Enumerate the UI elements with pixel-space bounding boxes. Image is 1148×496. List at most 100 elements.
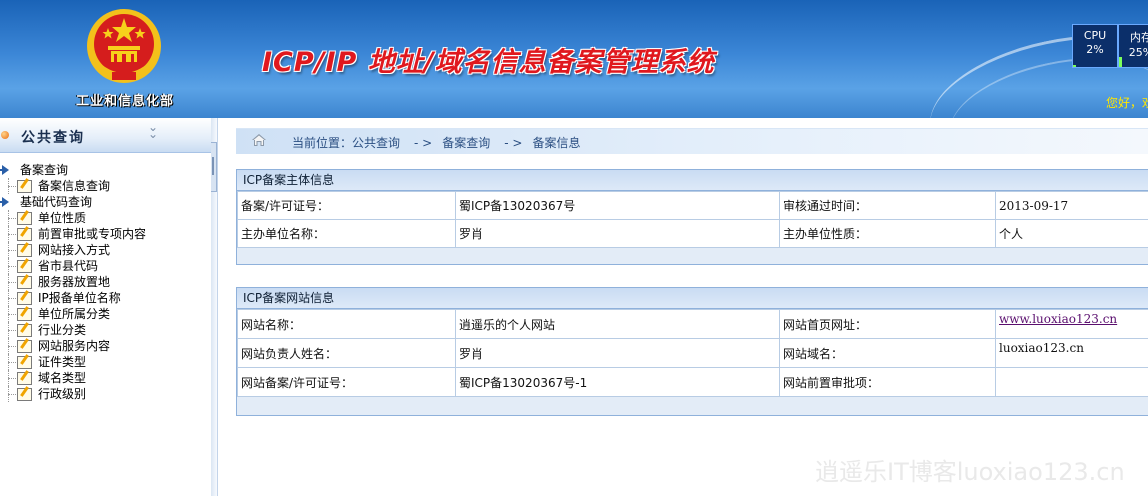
edit-document-icon (17, 276, 32, 289)
app-header: 工业和信息化部 ICP/IP 地址/域名信息备案管理系统 CPU 2% 内存 2… (0, 0, 1148, 118)
national-emblem-icon (87, 9, 161, 83)
tree-item-label: 单位所属分类 (38, 307, 111, 321)
tree-item-label: 证件类型 (38, 355, 87, 369)
cpu-meter: CPU 2% (1072, 24, 1118, 68)
expand-arrow-icon[interactable] (0, 197, 9, 207)
breadcrumb-item[interactable]: 备案查询 (442, 136, 490, 150)
homepage-url-link[interactable]: www.luoxiao123.cn (999, 312, 1117, 326)
tree-leaf-item[interactable]: 单位性质 (0, 210, 211, 226)
panel-title: ICP备案主体信息 (237, 170, 1148, 191)
ministry-name: 工业和信息化部 (75, 94, 174, 109)
organizer-type-label: 主办单位性质： (779, 219, 996, 248)
tree-connector (8, 282, 16, 283)
sidebar: 公共查询 ⌄ ⌄ 备案查询备案信息查询 基础代码查询 单位性质 前置审批或专项内容 网站接… (0, 118, 212, 496)
tree-leaf-item[interactable]: 省市县代码 (0, 258, 211, 274)
domain-label: 网站域名： (779, 338, 996, 368)
tree-leaf-item[interactable]: 服务器放置地 (0, 274, 211, 290)
table-row: 网站名称： 逍遥乐的个人网站 网站首页网址： www.luoxiao123.cn (237, 309, 1148, 339)
tree-folder-item[interactable]: 备案查询 (0, 162, 211, 178)
edit-document-icon (17, 228, 32, 241)
icp-website-panel: ICP备案网站信息 网站名称： 逍遥乐的个人网站 网站首页网址： www.luo… (236, 287, 1148, 416)
panel-footer (237, 397, 1148, 415)
cpu-level-bar (1073, 65, 1076, 67)
tree-item-label: 行业分类 (38, 323, 87, 337)
homepage-url-label: 网站首页网址： (779, 309, 996, 339)
breadcrumb-item[interactable]: 公共查询 (352, 136, 400, 150)
website-license-label: 网站备案/许可证号： (237, 367, 456, 397)
homepage-url-cell: www.luoxiao123.cn (995, 309, 1148, 339)
tree-leaf-item[interactable]: 行政级别 (0, 386, 211, 402)
tree-item-label: 网站接入方式 (38, 243, 111, 257)
edit-document-icon (17, 340, 32, 353)
tree-leaf-item[interactable]: 网站接入方式 (0, 242, 211, 258)
bullet-icon (1, 131, 9, 139)
panel-footer (237, 248, 1148, 264)
tree-connector (8, 362, 16, 363)
tree-item-label: 前置审批或专项内容 (38, 227, 147, 241)
panel-title: ICP备案网站信息 (237, 288, 1148, 309)
tree-leaf-item[interactable]: 前置审批或专项内容 (0, 226, 211, 242)
watermark: 逍遥乐IT博客luoxiao123.cn (815, 458, 1125, 486)
breadcrumb-item: 备案信息 (532, 136, 581, 150)
tree-connector (8, 234, 16, 235)
tree-connector (8, 186, 16, 187)
icp-subject-panel: ICP备案主体信息 备案/许可证号： 蜀ICP备13020367号 审核通过时间… (236, 169, 1148, 265)
splitter-handle[interactable] (211, 142, 217, 192)
tree-leaf-item[interactable]: 备案信息查询 (0, 178, 211, 194)
organizer-name-value: 罗肖 (455, 219, 780, 248)
tree-leaf-item[interactable]: IP报备单位名称 (0, 290, 211, 306)
tree-leaf-item[interactable]: 行业分类 (0, 322, 211, 338)
website-owner-value: 罗肖 (455, 338, 780, 368)
tree-connector (8, 314, 16, 315)
approval-date-label: 审核通过时间： (779, 191, 996, 220)
tree-leaf-item[interactable]: 单位所属分类 (0, 306, 211, 322)
tree-connector (8, 298, 16, 299)
tree-connector (8, 378, 16, 379)
pre-approval-label: 网站前置审批项： (779, 367, 996, 397)
subject-info-table: 备案/许可证号： 蜀ICP备13020367号 审核通过时间： 2013-09-… (237, 191, 1148, 248)
edit-document-icon (17, 260, 32, 273)
pre-approval-value (995, 367, 1148, 397)
table-row: 备案/许可证号： 蜀ICP备13020367号 审核通过时间： 2013-09-… (237, 191, 1148, 220)
memory-label: 内存 (1130, 31, 1148, 44)
edit-document-icon (17, 356, 32, 369)
website-license-value: 蜀ICP备13020367号-1 (455, 367, 780, 397)
tree-leaf-item[interactable]: 域名类型 (0, 370, 211, 386)
system-title: ICP/IP 地址/域名信息备案管理系统 (262, 47, 715, 78)
breadcrumb-bar: 当前位置：公共查询 - > 备案查询 - > 备案信息 (236, 128, 1148, 154)
table-row: 网站负责人姓名： 罗肖 网站域名： luoxiao123.cn (237, 338, 1148, 368)
edit-document-icon (17, 244, 32, 257)
tree-item-label: 省市县代码 (38, 259, 99, 273)
memory-meter: 内存 25% (1118, 24, 1148, 68)
sidebar-header[interactable]: 公共查询 ⌄ ⌄ (0, 118, 211, 153)
collapse-chevron-icon[interactable]: ⌄ ⌄ (148, 121, 158, 140)
panel-splitter[interactable] (211, 118, 218, 496)
edit-document-icon (17, 308, 32, 321)
tree-item-label: 备案查询 (20, 163, 69, 177)
tree-connector (8, 346, 16, 347)
user-greeting: 您好，欢 (1105, 96, 1148, 110)
domain-value: luoxiao123.cn (995, 338, 1148, 368)
breadcrumb-separator: - > (504, 136, 523, 150)
organizer-name-label: 主办单位名称： (237, 219, 456, 248)
organizer-type-value: 个人 (995, 219, 1148, 248)
table-row: 网站备案/许可证号： 蜀ICP备13020367号-1 网站前置审批项： (237, 367, 1148, 397)
tree-leaf-item[interactable]: 网站服务内容 (0, 338, 211, 354)
breadcrumb-separator: - > (414, 136, 433, 150)
website-owner-label: 网站负责人姓名： (237, 338, 456, 368)
tree-item-label: 服务器放置地 (38, 275, 111, 289)
home-icon[interactable] (252, 134, 266, 146)
breadcrumb-prefix: 当前位置： (292, 136, 353, 150)
tree-item-label: 备案信息查询 (38, 179, 111, 193)
tree-leaf-item[interactable]: 证件类型 (0, 354, 211, 370)
expand-arrow-icon[interactable] (0, 165, 9, 175)
tree-item-label: 域名类型 (38, 371, 87, 385)
tree-connector (8, 218, 16, 219)
website-name-label: 网站名称： (237, 309, 456, 339)
edit-document-icon (17, 324, 32, 337)
tree-folder-item[interactable]: 基础代码查询 (0, 194, 211, 210)
table-row: 主办单位名称： 罗肖 主办单位性质： 个人 (237, 219, 1148, 248)
license-number-label: 备案/许可证号： (237, 191, 456, 220)
navigation-tree: 备案查询备案信息查询 基础代码查询 单位性质 前置审批或专项内容 网站接入方式 省市县代码… (0, 162, 211, 402)
tree-item-label: IP报备单位名称 (38, 291, 121, 305)
